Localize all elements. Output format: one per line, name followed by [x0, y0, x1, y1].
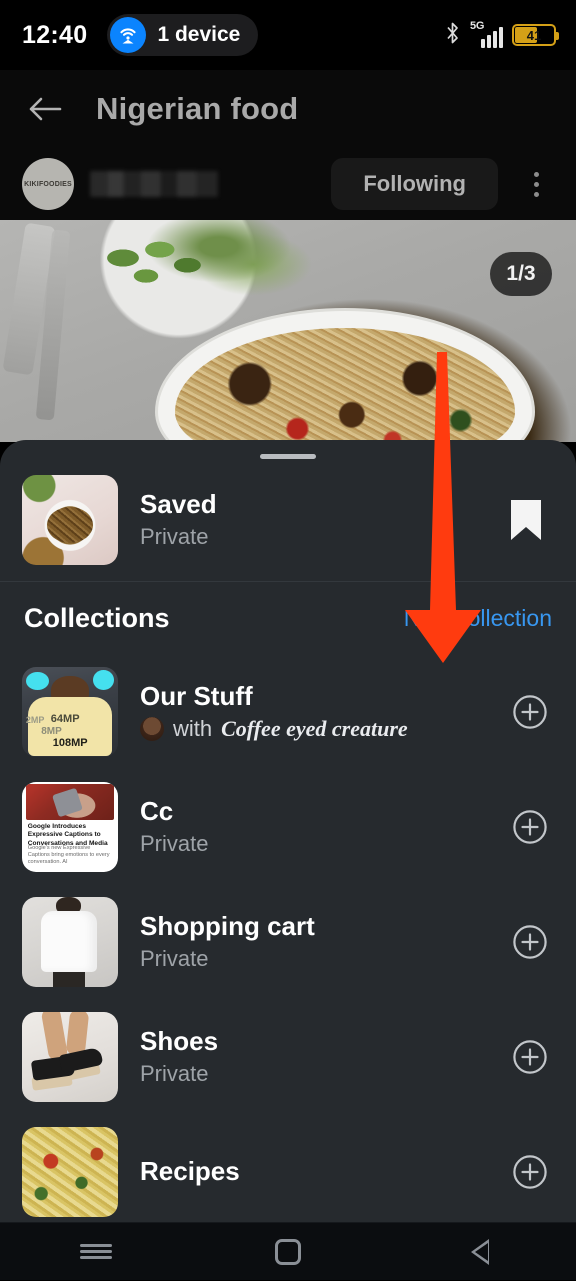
more-vertical-icon[interactable] [514, 158, 558, 210]
hotspot-chip[interactable]: 1 device [107, 14, 259, 56]
list-item[interactable]: Recipes [0, 1114, 576, 1229]
following-button[interactable]: Following [331, 158, 498, 210]
save-bottom-sheet: Saved Private Collections New collection… [0, 440, 576, 1280]
parsley-garnish [100, 234, 215, 294]
thumb-label-a: 2MP [25, 715, 45, 726]
signal-bars [481, 26, 503, 48]
collection-thumbnail [22, 896, 118, 987]
collection-title: Shoes [140, 1025, 219, 1056]
collection-title: Recipes [140, 1156, 240, 1187]
battery-percent: 41 [526, 27, 542, 43]
list-item[interactable]: 2MP 64MP 8MP 108MP Our Stuff with Coffee… [0, 654, 576, 769]
battery-icon: 41 [512, 24, 559, 46]
collection-subtitle: Private [140, 1060, 209, 1086]
collections-title: Collections [24, 602, 170, 633]
home-icon[interactable] [240, 1223, 336, 1281]
collection-thumbnail [22, 1011, 118, 1102]
collection-thumbnail [22, 1126, 118, 1217]
thumb-label-d: 108MP [52, 736, 88, 749]
collection-title: Cc [140, 795, 174, 826]
thumb-label-c: 8MP [41, 725, 62, 737]
back-triangle [471, 1238, 489, 1265]
list-item[interactable]: Shopping cart Private [0, 884, 576, 999]
wifi-tethering-icon [110, 17, 147, 53]
list-item[interactable]: Shoes Private [0, 999, 576, 1114]
post-photo[interactable]: 1/3 [0, 220, 576, 442]
collections-list: 2MP 64MP 8MP 108MP Our Stuff with Coffee… [0, 654, 576, 1229]
back-triangle-icon[interactable] [432, 1223, 528, 1281]
collection-text: Recipes [140, 1156, 486, 1187]
cellular-signal-icon: 5G [470, 19, 503, 48]
plus-circle-icon[interactable] [508, 920, 552, 964]
list-item[interactable]: Google Introduces Expressive Captions to… [0, 769, 576, 884]
username-redacted[interactable] [90, 171, 218, 197]
network-type-label: 5G [470, 19, 485, 32]
collection-text: Shoes Private [140, 1026, 486, 1087]
thumb-decor-1 [25, 671, 49, 690]
collaborator-prefix: with [173, 716, 213, 742]
collaborator-line: with Coffee eyed creature [140, 716, 486, 742]
bookmark-filled-icon[interactable] [500, 492, 552, 548]
collection-title: Shopping cart [140, 910, 315, 941]
collection-thumbnail: 2MP 64MP 8MP 108MP [22, 666, 118, 757]
collections-header: Collections New collection [0, 582, 576, 654]
status-icons: 5G 41 [444, 0, 559, 70]
back-arrow-icon[interactable] [22, 86, 68, 132]
thumb-article-body: Google's new Expressive Captions bring e… [27, 844, 110, 866]
saved-thumbnail [22, 475, 118, 565]
recents-icon[interactable] [48, 1223, 144, 1281]
jollof-rice-dish [175, 328, 515, 442]
account-row: KIKIFOODIES Following [0, 148, 576, 220]
thumb-decor-2 [93, 670, 115, 690]
saved-text: Saved Private [140, 489, 478, 550]
collection-text: Shopping cart Private [140, 911, 486, 972]
plus-circle-icon[interactable] [508, 805, 552, 849]
recents-lines [80, 1241, 112, 1262]
app-header: Nigerian food KIKIFOODIES Following [0, 70, 576, 220]
plus-circle-icon[interactable] [508, 690, 552, 734]
avatar[interactable]: KIKIFOODIES [22, 158, 74, 210]
collection-subtitle: Private [140, 945, 209, 971]
home-square [275, 1238, 301, 1265]
saved-subtitle: Private [140, 524, 209, 550]
saved-row[interactable]: Saved Private [0, 459, 576, 581]
android-nav-bar [0, 1222, 576, 1280]
collection-text: Our Stuff with Coffee eyed creature [140, 681, 486, 743]
title-row: Nigerian food [0, 70, 576, 148]
collection-title: Our Stuff [140, 680, 253, 711]
plus-circle-icon[interactable] [508, 1035, 552, 1079]
saved-title: Saved [140, 489, 217, 520]
status-time: 12:40 [22, 20, 88, 49]
bluetooth-icon [444, 22, 461, 48]
plus-circle-icon[interactable] [508, 1150, 552, 1194]
collection-text: Cc Private [140, 796, 486, 857]
collection-thumbnail: Google Introduces Expressive Captions to… [22, 781, 118, 872]
status-bar: 12:40 1 device 5G 41 [0, 0, 576, 70]
collection-subtitle: Private [140, 830, 209, 856]
thumb-label-b: 64MP [50, 713, 80, 726]
hotspot-chip-label: 1 device [157, 23, 241, 46]
collaborator-name: Coffee eyed creature [221, 716, 408, 742]
page-title: Nigerian food [96, 91, 299, 126]
photo-counter-badge: 1/3 [490, 252, 552, 296]
collaborator-avatar [140, 717, 164, 742]
thumb-white-shirt [41, 910, 97, 973]
new-collection-link[interactable]: New collection [404, 605, 552, 632]
